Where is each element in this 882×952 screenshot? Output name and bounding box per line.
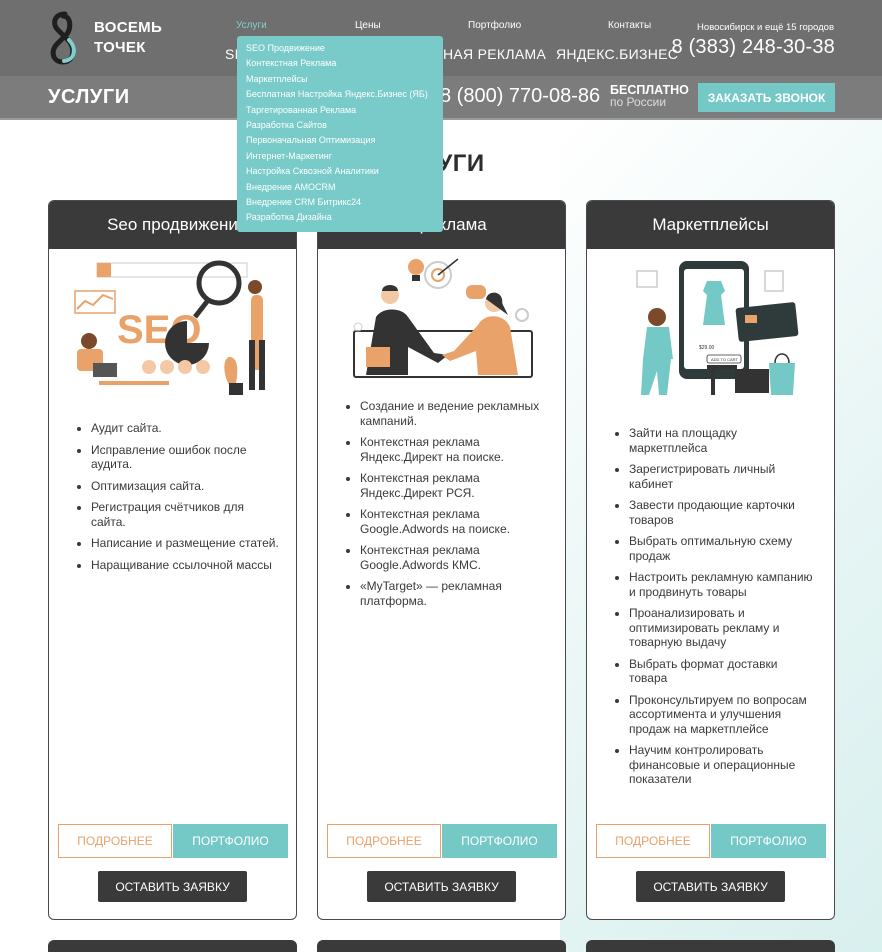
dropdown-item[interactable]: Внедрение CRM Битрикс24 [246, 195, 443, 210]
list-item: Проконсультируем по вопросам ассортимент… [629, 693, 818, 737]
request-button[interactable]: ОСТАВИТЬ ЗАЯВКУ [367, 871, 516, 902]
list-item: Оптимизация сайта. [91, 479, 280, 494]
dropdown-item[interactable]: Внедрение AMOCRM [246, 180, 443, 195]
list-item: Аудит сайта. [91, 421, 280, 436]
free-region: по России [610, 95, 667, 109]
list-item: Написание и размещение статей. [91, 536, 280, 551]
list-item: Завести продающие карточки товаров [629, 498, 818, 527]
list-item: Контекстная реклама Google.Adwords КМС. [360, 543, 549, 572]
dropdown-item[interactable]: Первоначальная Оптимизация [246, 133, 443, 148]
list-item: Проанализировать и оптимизировать реклам… [629, 606, 818, 650]
more-button[interactable]: ПОДРОБНЕЕ [596, 824, 710, 858]
dropdown-item[interactable]: Контекстная Реклама [246, 56, 443, 71]
list-item: Наращивание ссылочной массы [91, 558, 280, 573]
nav-big-context[interactable]: НАЯ РЕКЛАМА [443, 46, 546, 62]
portfolio-button[interactable]: ПОРТФОЛИО [711, 824, 826, 858]
next-card-top [317, 940, 566, 952]
seo-features-list: Аудит сайта. Исправление ошибок после ау… [91, 421, 280, 579]
service-card-seo: Seo продвижени SEO Аудит сайта. Исправле… [48, 200, 297, 920]
service-card-context-ads: ая реклама Создание и ведение рекламных … [317, 200, 566, 920]
more-button[interactable]: ПОДРОБНЕЕ [327, 824, 441, 858]
next-card-top [48, 940, 297, 952]
portfolio-button[interactable]: ПОРТФОЛИО [173, 824, 288, 858]
logo-text: ВОСЕМЬ ТОЧЕК [94, 18, 162, 58]
logo[interactable]: ВОСЕМЬ ТОЧЕК [46, 10, 176, 66]
nav-big-yandex-business[interactable]: ЯНДЕКС.БИЗНЕС [556, 46, 678, 62]
list-item: Зайти на площадку маркетплейса [629, 426, 818, 455]
portfolio-button[interactable]: ПОРТФОЛИО [442, 824, 557, 858]
dropdown-item[interactable]: SEO Продвижение [246, 41, 443, 56]
services-dropdown: SEO Продвижение Контекстная Реклама Марк… [237, 36, 443, 232]
section-title: УГИ [437, 150, 485, 177]
list-item: Зарегистрировать личный кабинет [629, 462, 818, 491]
marketplace-illustration-icon: $29.00 ADD TO CART [636, 261, 799, 395]
marketplace-features-list: Зайти на площадку маркетплейса Зарегистр… [629, 426, 818, 794]
list-item: Выбрать оптимальную схему продаж [629, 534, 818, 563]
list-item: Регистрация счётчиков для сайта. [91, 500, 280, 529]
logo-line-2: ТОЧЕК [94, 39, 146, 56]
nav-link-services[interactable]: Услуги [236, 20, 267, 31]
add-to-cart-label: ADD TO CART [711, 357, 738, 362]
card-title: Маркетплейсы [587, 201, 834, 249]
list-item: «MyTarget» — рекламная платформа. [360, 579, 549, 608]
seo-illustration-icon: SEO [74, 260, 265, 395]
logo-line-1: ВОСЕМЬ [94, 19, 163, 36]
dropdown-item[interactable]: Настройка Сквозной Аналитики [246, 164, 443, 179]
dropdown-item[interactable]: Таргетированная Реклама [246, 103, 443, 118]
logo-eight-icon [50, 11, 76, 65]
header-phone[interactable]: 8 (383) 248-30-38 [671, 36, 835, 59]
dropdown-item[interactable]: Разработка Сайтов [246, 118, 443, 133]
nav-link-prices[interactable]: Цены [355, 20, 381, 31]
next-card-top [586, 940, 835, 952]
list-item: Создание и ведение рекламных кампаний. [360, 399, 549, 428]
list-item: Контекстная реклама Яндекс.Директ на пои… [360, 435, 549, 464]
dropdown-item[interactable]: Разработка Дизайна [246, 210, 443, 225]
request-button[interactable]: ОСТАВИТЬ ЗАЯВКУ [98, 871, 247, 902]
price-label: $29.00 [699, 345, 715, 351]
request-button[interactable]: ОСТАВИТЬ ЗАЯВКУ [636, 871, 785, 902]
list-item: Выбрать формат доставки товара [629, 657, 818, 686]
city-info: Новосибирск и ещё 15 городов [697, 22, 834, 33]
dropdown-item[interactable]: Интернет-Маркетинг [246, 149, 443, 164]
more-button[interactable]: ПОДРОБНЕЕ [58, 824, 172, 858]
toll-free-phone[interactable]: 8 (800) 770-08-86 [440, 85, 600, 108]
dropdown-item[interactable]: Маркетплейсы [246, 72, 443, 87]
nav-link-portfolio[interactable]: Портфолио [468, 20, 521, 31]
list-item: Научим контролировать финансовые и опера… [629, 743, 818, 787]
order-call-button[interactable]: ЗАКАЗАТЬ ЗВОНОК [698, 83, 835, 112]
list-item: Настроить рекламную кампанию и продвинут… [629, 570, 818, 599]
dropdown-item[interactable]: Бесплатная Настройка Яндекс.Бизнес (ЯБ) [246, 87, 443, 102]
handshake-illustration-icon [353, 258, 533, 378]
nav-link-contacts[interactable]: Контакты [608, 20, 651, 31]
context-features-list: Создание и ведение рекламных кампаний. К… [360, 399, 549, 615]
free-call-note: БЕСПЛАТНО по России [610, 84, 689, 108]
list-item: Контекстная реклама Google.Adwords на по… [360, 507, 549, 536]
service-card-marketplaces: Маркетплейсы $29.00 ADD TO CART Зайти на… [586, 200, 835, 920]
page-title: УСЛУГИ [48, 86, 130, 108]
list-item: Контекстная реклама Яндекс.Директ РСЯ. [360, 471, 549, 500]
list-item: Исправление ошибок после аудита. [91, 443, 280, 472]
